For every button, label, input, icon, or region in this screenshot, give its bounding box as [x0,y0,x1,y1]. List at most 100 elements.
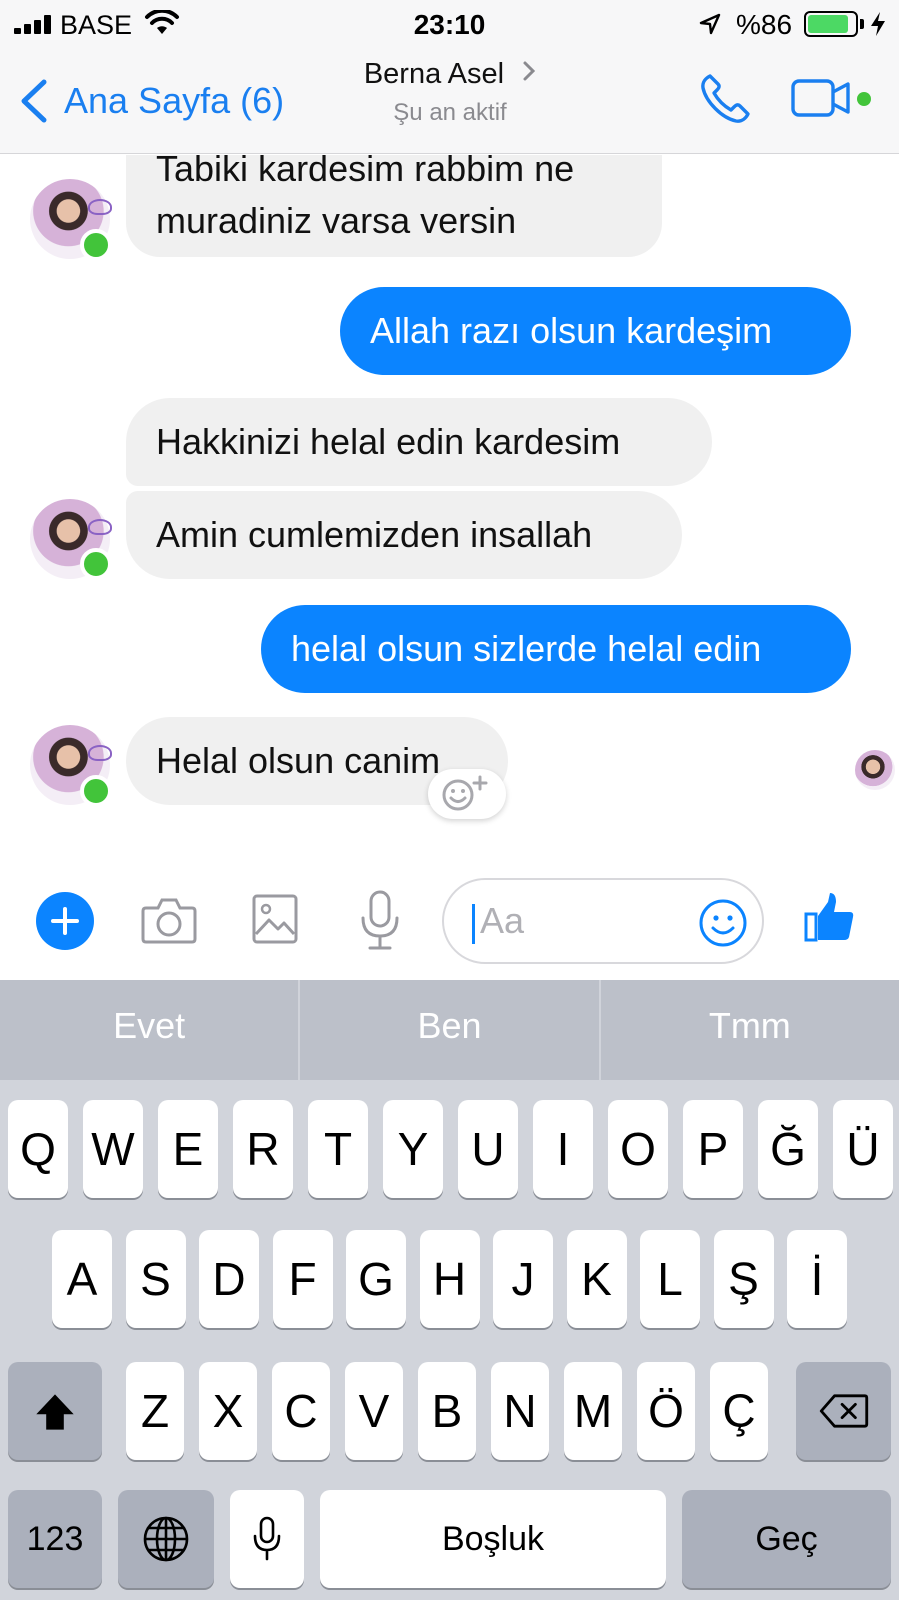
online-indicator [80,775,112,807]
location-arrow-icon [699,13,721,35]
key-i̇[interactable]: İ [787,1230,847,1328]
key-z[interactable]: Z [126,1362,184,1460]
key-v[interactable]: V [345,1362,403,1460]
key-ö[interactable]: Ö [637,1362,695,1460]
add-reaction-button[interactable] [428,769,506,819]
key-ş[interactable]: Ş [713,1230,774,1328]
key-n[interactable]: N [491,1362,549,1460]
microphone-icon[interactable] [358,890,402,952]
suggestion-item[interactable]: Tmm [601,980,899,1080]
globe-icon [143,1516,189,1562]
message-text: Helal olsun canim [156,740,441,781]
backspace-icon [819,1394,868,1428]
message-text: Hakkinizi helal edin kardesim [156,421,621,462]
logo-mark [88,519,112,535]
battery-level [808,15,848,33]
key-g[interactable]: G [346,1230,406,1328]
key-x[interactable]: X [199,1362,257,1460]
key-w[interactable]: W [83,1100,143,1198]
thumbs-up-icon[interactable] [804,890,856,944]
key-u[interactable]: U [458,1100,518,1198]
key-h[interactable]: H [419,1230,480,1328]
logo-mark [88,745,112,761]
battery-tip [860,19,864,29]
message-text: Allah razı olsun kardeşim [370,310,773,351]
back-button[interactable]: Ana Sayfa (6) [18,78,284,124]
contact-info[interactable]: Berna Asel Şu an aktif [300,58,600,127]
key-i[interactable]: I [533,1100,593,1198]
key-ğ[interactable]: Ğ [758,1100,818,1198]
plus-button[interactable] [36,892,94,950]
composer-bar: Aa [0,860,899,980]
key-s[interactable]: S [125,1230,186,1328]
add-reaction-icon [442,775,488,811]
keyboard: Evet Ben Tmm QWERTYUIOPĞÜ ASDFGHJKLŞİ ZX… [0,980,899,1600]
contact-name: Berna Asel [363,58,505,90]
numbers-key[interactable]: 123 [8,1490,102,1588]
message-input-placeholder: Aa [480,900,525,941]
message-text: Amin cumlemizden insallah [156,514,593,555]
key-b[interactable]: B [418,1362,476,1460]
emoji-icon[interactable] [698,898,748,948]
message-input[interactable]: Aa [442,878,764,964]
key-f[interactable]: F [272,1230,333,1328]
online-indicator [80,229,112,261]
conversation-header: Ana Sayfa (6) Berna Asel Şu an aktif [0,48,899,154]
key-d[interactable]: D [199,1230,259,1328]
key-j[interactable]: J [493,1230,553,1328]
suggestion-item[interactable]: Ben [300,980,601,1080]
image-icon[interactable] [252,894,298,944]
contact-name-row: Berna Asel [300,58,600,91]
suggestion-bar: Evet Ben Tmm [0,980,899,1080]
key-t[interactable]: T [308,1100,368,1198]
key-ü[interactable]: Ü [833,1100,893,1198]
top-bar: BASE 23:10 %86 Ana Sayfa (6) Berna Asel [0,0,899,154]
message-text-line: Tabiki kardesim rabbim ne [156,155,575,189]
message-outgoing[interactable]: Allah razı olsun kardeşim [340,287,851,375]
contact-status: Şu an aktif [393,99,507,126]
key-o[interactable]: O [608,1100,668,1198]
seen-avatar [855,750,895,790]
shift-icon [36,1394,74,1430]
key-y[interactable]: Y [383,1100,443,1198]
message-list[interactable]: Tabiki kardesim rabbim ne muradiniz vars… [0,155,899,855]
shift-key[interactable] [8,1362,102,1460]
dictation-key[interactable] [230,1490,304,1588]
phone-icon[interactable] [696,70,754,128]
back-chevron-icon [21,79,47,123]
key-r[interactable]: R [233,1100,293,1198]
battery-icon [804,11,858,37]
message-outgoing[interactable]: helal olsun sizlerde helal edin [261,605,851,693]
text-caret [472,904,475,944]
active-dot [857,92,871,106]
charging-bolt-icon [871,12,885,36]
key-e[interactable]: E [158,1100,218,1198]
key-a[interactable]: A [52,1230,112,1328]
video-icon[interactable] [790,76,854,120]
battery-percent: %86 [736,9,793,40]
logo-mark [88,199,112,215]
message-text: helal olsun sizlerde helal edin [291,628,762,669]
status-bar: BASE 23:10 %86 [0,0,899,48]
key-m[interactable]: M [564,1362,622,1460]
backspace-key[interactable] [796,1362,891,1460]
return-key[interactable]: Geç [682,1490,891,1588]
message-incoming[interactable]: Hakkinizi helal edin kardesim [126,398,712,486]
dictation-icon [253,1516,281,1561]
chevron-right-icon [523,61,536,81]
back-label: Ana Sayfa (6) [64,80,285,121]
key-q[interactable]: Q [8,1100,68,1198]
message-incoming[interactable]: Tabiki kardesim rabbim ne muradiniz vars… [126,155,662,257]
key-k[interactable]: K [566,1230,627,1328]
online-indicator [80,548,112,580]
key-l[interactable]: L [640,1230,700,1328]
message-text-line: muradiniz varsa versin [156,200,517,241]
key-p[interactable]: P [683,1100,743,1198]
space-key[interactable]: Boşluk [320,1490,666,1588]
key-ç[interactable]: Ç [710,1362,768,1460]
message-incoming[interactable]: Amin cumlemizden insallah [126,491,682,579]
camera-icon[interactable] [140,894,198,946]
suggestion-item[interactable]: Evet [0,980,301,1080]
globe-key[interactable] [118,1490,214,1588]
key-c[interactable]: C [272,1362,330,1460]
